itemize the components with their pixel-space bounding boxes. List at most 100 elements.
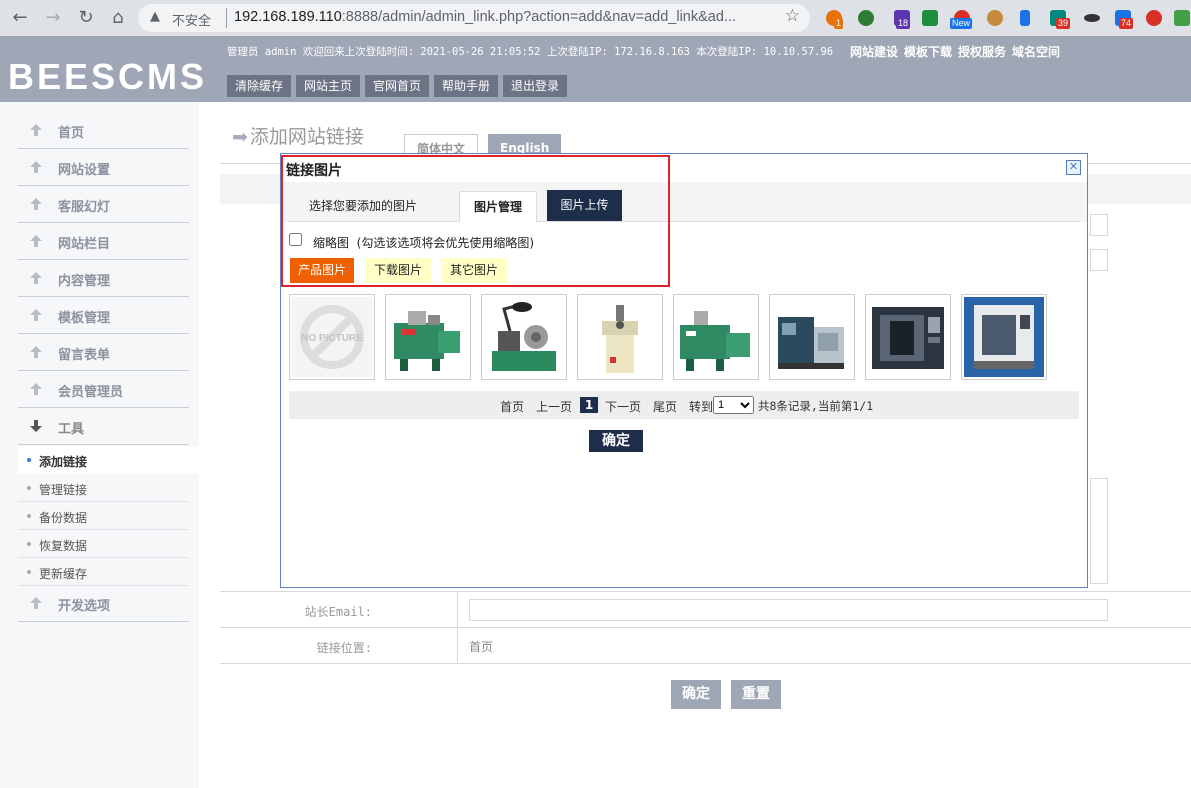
sidebar-item-label: 模板管理 [58, 311, 111, 326]
sidebar-item-forms[interactable]: 留言表单 [18, 334, 189, 371]
image-thumbnail[interactable] [385, 294, 471, 380]
close-icon[interactable]: ✕ [1066, 160, 1081, 175]
pager-last[interactable]: 尾页 [653, 398, 677, 415]
site-logo: BEESCMS [8, 56, 208, 97]
bookmark-star-icon[interactable]: ☆ [785, 6, 800, 26]
sidebar-item-slides[interactable]: 客服幻灯 [18, 186, 189, 223]
url-path: :8888/admin/admin_link.php?action=add&na… [341, 9, 736, 25]
address-bar[interactable]: ▲ 不安全 192.168.189.110:8888/admin/admin_l… [138, 4, 810, 32]
sidebar-sub-backup[interactable]: 备份数据 [18, 502, 189, 530]
extension-badge-4: 39 [1056, 18, 1071, 29]
extension-icon-6[interactable] [987, 10, 1003, 26]
clear-cache-button[interactable]: 清除缓存 [227, 75, 292, 97]
header-link-build[interactable]: 网站建设 [850, 45, 898, 59]
extension-icon-11[interactable] [1146, 10, 1162, 26]
extension-badge-5: 74 [1119, 18, 1134, 29]
pager-goto-label: 转到 [689, 400, 714, 414]
logout-button[interactable]: 退出登录 [503, 75, 568, 97]
extension-icon-4[interactable] [922, 10, 938, 26]
home-icon[interactable]: ⌂ [106, 6, 130, 30]
pagination-bar [289, 391, 1079, 419]
sidebar-item-dev[interactable]: 开发选项 [18, 585, 189, 622]
official-home-button[interactable]: 官网首页 [365, 75, 430, 97]
sidebar-item-site-settings[interactable]: 网站设置 [18, 149, 189, 186]
submit-button[interactable]: 确定 [671, 680, 721, 709]
extension-icon-10[interactable]: 74 [1115, 10, 1134, 29]
image-thumbnail[interactable] [865, 294, 951, 380]
sidebar-sub-add-link[interactable]: 添加链接 [18, 446, 199, 474]
arrow-down-icon [30, 420, 42, 432]
extension-icon-7[interactable] [1020, 10, 1030, 26]
email-label: 站长Email: [304, 605, 372, 619]
arrow-up-icon [30, 346, 42, 358]
sidebar-sub-label: 更新缓存 [39, 567, 88, 581]
header-link-license[interactable]: 授权服务 [958, 45, 1006, 59]
arrow-up-icon [30, 383, 42, 395]
sidebar-item-label: 会员管理员 [58, 385, 124, 400]
help-manual-button[interactable]: 帮助手册 [434, 75, 499, 97]
pager-first[interactable]: 首页 [500, 398, 524, 415]
extension-icon-2[interactable] [858, 10, 874, 26]
machine-image [580, 297, 660, 377]
sidebar-item-label: 留言表单 [58, 348, 111, 363]
image-thumbnail[interactable] [961, 294, 1047, 380]
extension-icon-8[interactable]: 39 [1050, 10, 1071, 29]
image-thumbnail[interactable] [769, 294, 855, 380]
sidebar-item-label: 内容管理 [58, 274, 111, 289]
sidebar-item-tools[interactable]: 工具 [18, 408, 189, 445]
sidebar-item-columns[interactable]: 网站栏目 [18, 223, 189, 260]
pager-next[interactable]: 下一页 [605, 398, 641, 415]
image-thumbnail[interactable] [673, 294, 759, 380]
sidebar-item-label: 网站栏目 [58, 237, 111, 252]
arrow-up-icon [30, 124, 42, 136]
image-thumbnail[interactable] [577, 294, 663, 380]
image-thumbnail[interactable] [481, 294, 567, 380]
description-textarea-edge[interactable] [1090, 478, 1108, 584]
arrow-up-icon [30, 272, 42, 284]
image-thumbnail[interactable]: NO PICTURE [289, 294, 375, 380]
machine-image [484, 297, 564, 377]
pager-prev[interactable]: 上一页 [536, 398, 572, 415]
sidebar-item-members[interactable]: 会员管理员 [18, 371, 189, 408]
sidebar-sub-label: 恢复数据 [39, 539, 88, 553]
pager-summary: 共8条记录,当前第1/1 [758, 399, 874, 413]
machine-image [772, 297, 852, 377]
sidebar-item-home[interactable]: 首页 [18, 112, 189, 149]
header-link-domain[interactable]: 域名空间 [1012, 45, 1060, 59]
no-picture-text: NO PICTURE [301, 333, 363, 344]
reset-button[interactable]: 重置 [731, 680, 781, 709]
sidebar-sub-restore[interactable]: 恢复数据 [18, 530, 189, 558]
url-text[interactable]: 192.168.189.110:8888/admin/admin_link.ph… [234, 9, 736, 25]
url-host: 192.168.189.110 [234, 9, 342, 25]
extension-icon-3[interactable]: 18 [894, 10, 911, 29]
extension-icon-9[interactable] [1084, 14, 1100, 22]
extension-icon-12[interactable] [1174, 10, 1190, 26]
machine-image [676, 297, 756, 377]
machine-image [964, 297, 1044, 377]
name-field-edge[interactable] [1090, 214, 1108, 236]
extension-badge-2: 18 [896, 18, 911, 29]
reload-icon[interactable]: ↻ [74, 6, 98, 30]
email-input[interactable] [469, 599, 1108, 621]
page-select[interactable]: 1 [713, 396, 754, 414]
sidebar-item-templates[interactable]: 模板管理 [18, 297, 189, 334]
header-link-templates[interactable]: 模板下载 [904, 45, 952, 59]
pager-current[interactable]: 1 [580, 397, 598, 413]
url-field-edge[interactable] [1090, 249, 1108, 271]
site-home-button[interactable]: 网站主页 [296, 75, 361, 97]
sidebar-sub-manage-links[interactable]: 管理链接 [18, 474, 189, 502]
bullet-icon [27, 542, 31, 546]
address-divider [226, 8, 227, 28]
sidebar-sub-update-cache[interactable]: 更新缓存 [18, 558, 189, 586]
extension-icon-1[interactable]: 1 [826, 10, 844, 29]
confirm-button[interactable]: 确定 [589, 430, 643, 452]
warning-icon: ▲ [150, 9, 160, 24]
sidebar-item-label: 网站设置 [58, 163, 111, 178]
sidebar-item-content[interactable]: 内容管理 [18, 260, 189, 297]
sidebar-sub-label: 备份数据 [39, 511, 88, 525]
back-icon[interactable]: ← [8, 6, 32, 30]
extension-icon-5[interactable]: New [950, 10, 973, 29]
arrow-up-icon [30, 198, 42, 210]
forward-icon[interactable]: → [41, 6, 65, 30]
arrow-up-icon [30, 309, 42, 321]
